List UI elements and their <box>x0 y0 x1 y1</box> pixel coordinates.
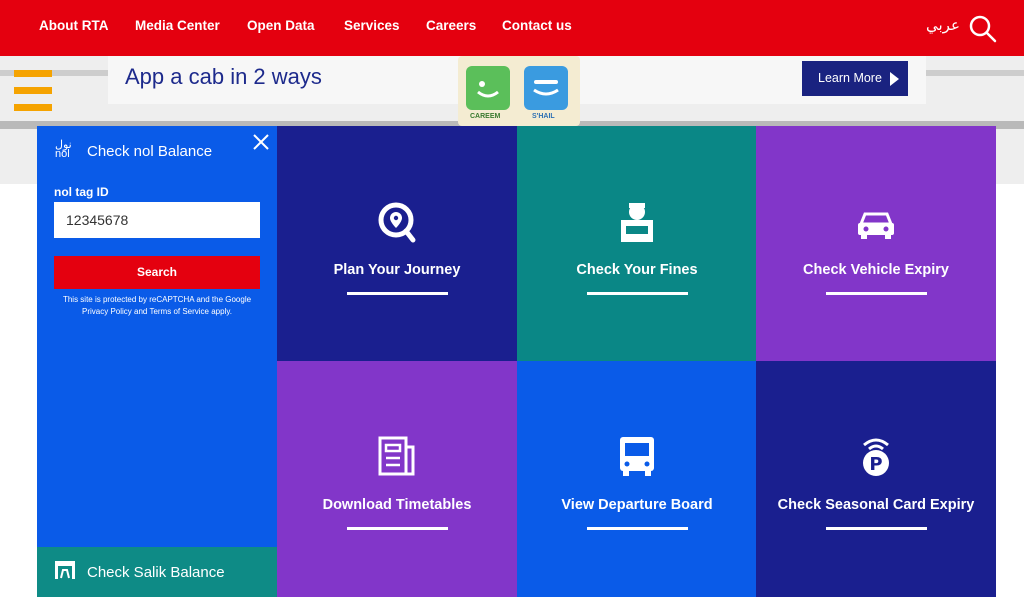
tile-underline <box>826 527 927 530</box>
tile-plan-your-journey[interactable]: Plan Your Journey <box>277 126 517 362</box>
nav-about-rta[interactable]: About RTA <box>39 18 108 33</box>
close-icon[interactable] <box>252 133 270 151</box>
learn-more-button[interactable]: Learn More <box>802 61 908 96</box>
top-navigation-bar: About RTA Media Center Open Data Service… <box>0 0 1024 56</box>
language-switch-arabic[interactable]: عربي <box>926 16 960 34</box>
tile-check-your-fines[interactable]: Check Your Fines <box>517 126 757 362</box>
toll-gate-icon <box>55 561 75 579</box>
officer-icon <box>621 203 653 242</box>
tile-underline <box>826 292 927 295</box>
recaptcha-notice: This site is protected by reCAPTCHA and … <box>54 294 260 318</box>
tile-underline <box>587 292 688 295</box>
play-arrow-icon <box>890 72 899 86</box>
nol-search-button[interactable]: Search <box>54 256 260 289</box>
tile-label: View Departure Board <box>561 497 713 513</box>
tile-label: Check Vehicle Expiry <box>803 262 949 278</box>
tile-underline <box>347 527 448 530</box>
tile-underline <box>347 292 448 295</box>
salik-title: Check Salik Balance <box>87 564 225 581</box>
tile-label: Check Seasonal Card Expiry <box>777 497 975 513</box>
nol-tag-id-input[interactable] <box>54 202 260 238</box>
timetable-document-icon <box>378 436 415 476</box>
svg-text:P: P <box>869 454 882 475</box>
recaptcha-line-2: Privacy Policy and Terms of Service appl… <box>82 307 232 316</box>
nol-panel-title: Check nol Balance <box>87 143 213 160</box>
car-icon <box>858 212 894 239</box>
shail-caption: S'HAIL <box>532 113 555 120</box>
tile-check-vehicle-expiry[interactable]: Check Vehicle Expiry <box>756 126 996 362</box>
nav-media-center[interactable]: Media Center <box>135 18 220 33</box>
tile-label: Check Your Fines <box>576 262 698 278</box>
tile-download-timetables[interactable]: Download Timetables <box>277 361 517 597</box>
careem-caption: CAREEM <box>470 113 501 120</box>
hamburger-menu-icon[interactable] <box>14 70 52 116</box>
tile-view-departure-board[interactable]: View Departure Board <box>517 361 757 597</box>
learn-more-label: Learn More <box>818 71 882 85</box>
banner-title: App a cab in 2 ways <box>125 64 322 89</box>
nav-open-data[interactable]: Open Data <box>247 18 315 33</box>
bus-icon <box>620 437 654 476</box>
nav-contact-us[interactable]: Contact us <box>502 18 572 33</box>
nol-logo: نول nol <box>55 139 72 160</box>
search-icon[interactable] <box>966 12 998 44</box>
phone-illustration: CAREEM S'HAIL <box>458 56 580 126</box>
shail-app-icon <box>524 66 568 110</box>
parking-card-icon: P <box>863 438 889 476</box>
nav-services[interactable]: Services <box>344 18 400 33</box>
nol-tag-id-label: nol tag ID <box>54 185 109 199</box>
tile-underline <box>587 527 688 530</box>
tile-check-seasonal-card-expiry[interactable]: P Check Seasonal Card Expiry <box>756 361 996 597</box>
tile-label: Download Timetables <box>322 497 472 513</box>
recaptcha-line-1: This site is protected by reCAPTCHA and … <box>62 295 252 304</box>
nav-careers[interactable]: Careers <box>426 18 476 33</box>
tile-label: Plan Your Journey <box>333 262 461 278</box>
map-pin-search-icon <box>378 202 416 243</box>
careem-app-icon <box>466 66 510 110</box>
